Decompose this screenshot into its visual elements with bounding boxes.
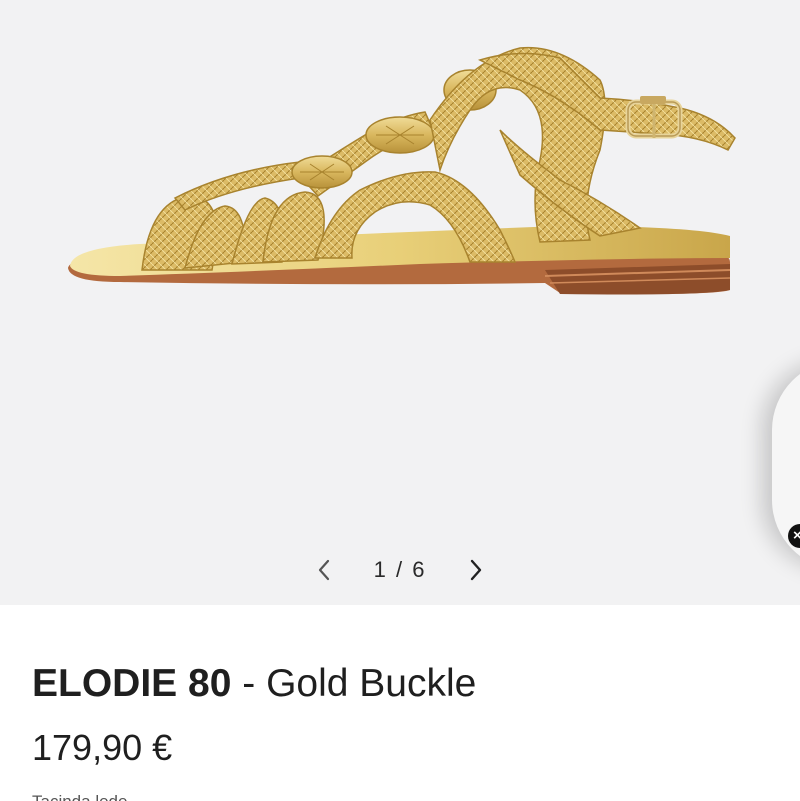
product-model: ELODIE 80 [32,662,232,705]
counter-separator: / [395,557,405,582]
product-price: 179,90 € [32,727,173,768]
total-images: 6 [412,557,427,582]
current-image-index: 1 [373,557,388,582]
product-image [68,46,736,295]
product-info: ELODIE 80 - Gold Buckle 179,90 € Tacinda… [32,655,780,801]
product-title: ELODIE 80 - Gold Buckle [32,655,780,713]
title-dash: - [231,662,267,705]
product-variant: Gold Buckle [266,662,477,705]
image-counter: 1 / 6 [367,557,433,583]
chevron-right-icon [470,559,482,581]
chevron-left-icon [318,559,330,581]
close-glyph: × [793,527,800,544]
next-image-button[interactable] [461,555,491,585]
previous-image-button[interactable] [309,555,339,585]
product-gallery[interactable]: 1 / 6 × [0,0,800,605]
image-pager: 1 / 6 [0,552,800,588]
